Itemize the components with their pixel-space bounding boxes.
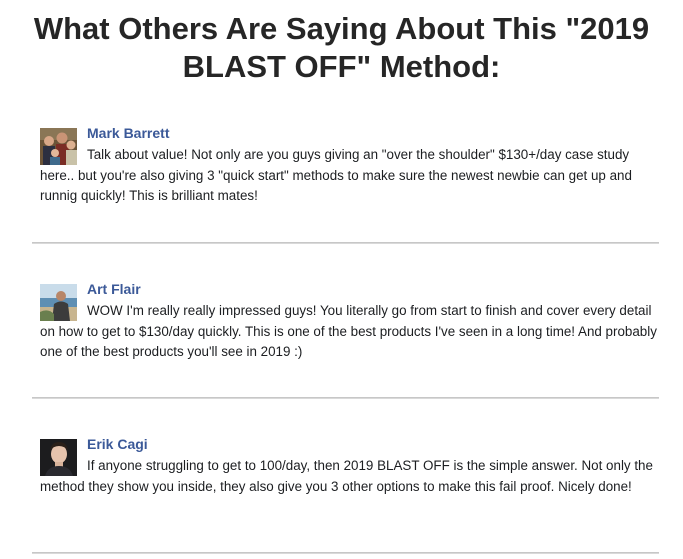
testimonial-text: If anyone struggling to get to 100/day, …	[40, 458, 653, 494]
page-title: What Others Are Saying About This "2019 B…	[0, 10, 683, 86]
divider	[32, 242, 659, 244]
testimonial-text: Talk about value! Not only are you guys …	[40, 147, 632, 203]
divider	[32, 552, 659, 554]
page-title-line-1: What Others Are Saying About This "2019	[33, 11, 650, 46]
testimonial-author-name[interactable]: Art Flair	[87, 279, 141, 299]
testimonial-text: WOW I'm really really impressed guys! Yo…	[40, 303, 657, 359]
testimonial-author-name[interactable]: Mark Barrett	[87, 123, 169, 143]
divider	[32, 397, 659, 399]
page-title-line-2: BLAST OFF" Method:	[182, 49, 501, 84]
testimonial-author-name[interactable]: Erik Cagi	[87, 434, 148, 454]
